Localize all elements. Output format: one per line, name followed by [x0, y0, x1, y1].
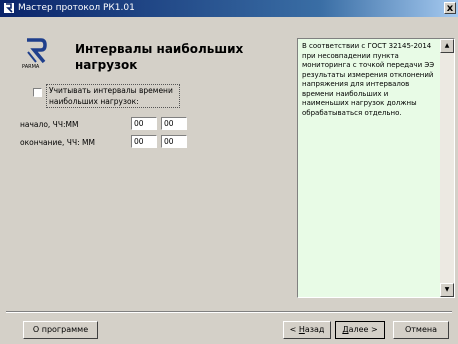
peak-intervals-checkbox-label[interactable]: Учитывать интервалы времени наибольших н…: [46, 84, 180, 108]
cancel-button-label: Отмена: [404, 325, 438, 334]
page-title: Интервалы наибольших нагрузок: [75, 42, 244, 72]
info-panel: В соответствии с ГОСТ 32145-2014 при нес…: [297, 38, 455, 298]
button-divider: [6, 311, 452, 313]
start-hours-input[interactable]: 00: [131, 117, 157, 130]
info-text: В соответствии с ГОСТ 32145-2014 при нес…: [302, 42, 435, 117]
next-button[interactable]: Далее >: [335, 321, 385, 339]
about-button[interactable]: О программе: [23, 321, 98, 339]
title-bar: Мастер протокол РК1.01 x: [0, 0, 458, 17]
back-button-label: < Назад: [289, 325, 325, 334]
end-minutes-input[interactable]: 00: [161, 135, 187, 148]
start-time-label: начало, ЧЧ:ММ: [20, 120, 79, 129]
scroll-down-icon[interactable]: ▼: [440, 283, 454, 297]
end-time-label: окончание, ЧЧ: ММ: [20, 138, 95, 147]
peak-intervals-checkbox[interactable]: [33, 88, 42, 97]
info-scrollbar[interactable]: ▲ ▼: [440, 39, 454, 297]
window-title: Мастер протокол РК1.01: [18, 3, 135, 13]
parma-logo-icon: [27, 38, 47, 64]
logo-caption: PARMA: [22, 64, 40, 70]
app-icon: [3, 2, 15, 14]
back-button[interactable]: < Назад: [283, 321, 331, 339]
about-button-label: О программе: [32, 325, 89, 334]
cancel-button[interactable]: Отмена: [393, 321, 449, 339]
next-button-label: Далее >: [342, 325, 378, 334]
scroll-up-icon[interactable]: ▲: [440, 39, 454, 53]
start-minutes-input[interactable]: 00: [161, 117, 187, 130]
end-hours-input[interactable]: 00: [131, 135, 157, 148]
close-button[interactable]: x: [444, 2, 456, 14]
